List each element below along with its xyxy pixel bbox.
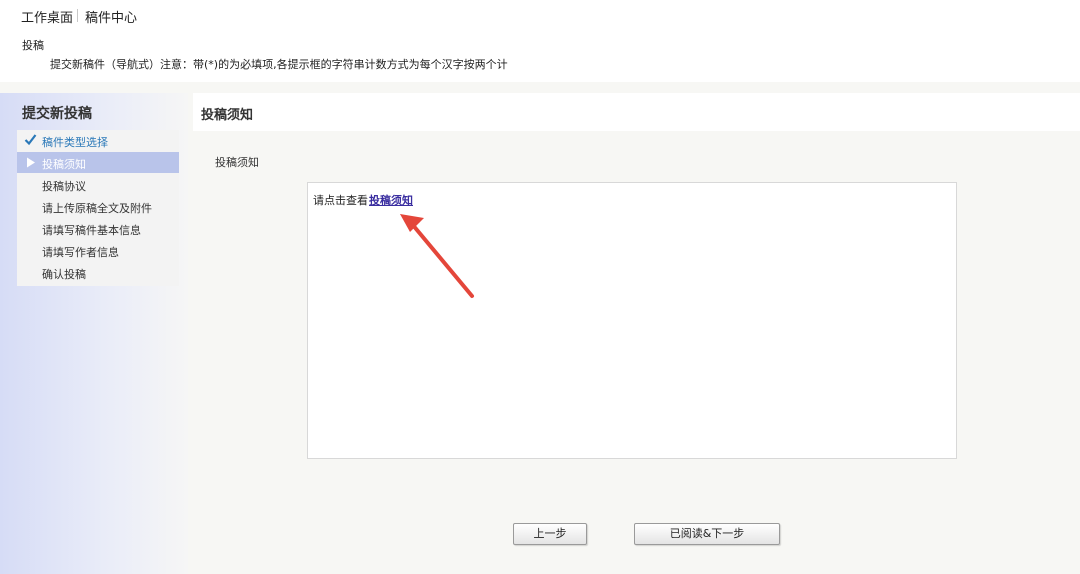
step-basic-info[interactable]: 请填写稿件基本信息: [17, 218, 179, 239]
step-label: 确认投稿: [42, 268, 86, 281]
main-header: 投稿须知: [193, 93, 1080, 131]
breadcrumb-manuscript-center[interactable]: 稿件中心: [85, 7, 137, 26]
red-arrow-annotation: [400, 214, 474, 298]
section-title: 投稿须知: [215, 156, 259, 169]
top-bar: 工作桌面 稿件中心: [0, 0, 1080, 32]
step-list: 稿件类型选择 投稿须知 投稿协议 请上传原稿全文及附件 请填写稿件基本信息 请填…: [17, 130, 179, 286]
step-upload[interactable]: 请上传原稿全文及附件: [17, 196, 179, 217]
checkmark-icon: [24, 133, 37, 149]
notice-title: 投稿: [22, 39, 44, 52]
step-label: 投稿须知: [42, 158, 86, 171]
sidebar-heading: 提交新投稿: [22, 106, 92, 122]
step-submission-guide[interactable]: 投稿须知: [17, 152, 179, 173]
step-manuscript-type[interactable]: 稿件类型选择: [17, 130, 179, 151]
previous-step-button[interactable]: 上一步: [513, 523, 587, 545]
read-next-step-button[interactable]: 已阅读&下一步: [634, 523, 780, 545]
breadcrumb-workdesk[interactable]: 工作桌面: [21, 7, 73, 26]
sidebar: 提交新投稿 稿件类型选择 投稿须知 投稿协议 请上传原稿全文及附件 请填写稿件基…: [0, 93, 188, 574]
breadcrumb-separator: [77, 9, 78, 22]
submission-notice: 投稿 提交新稿件（导航式）注意：带(*)的为必填项,各提示框的字符串计数方式为每…: [0, 32, 1080, 82]
page-title: 投稿须知: [201, 108, 254, 123]
guide-prompt: 请点击查看: [313, 194, 368, 207]
triangle-right-icon: [26, 157, 36, 171]
step-label: 请上传原稿全文及附件: [42, 202, 152, 215]
step-label: 稿件类型选择: [42, 136, 108, 149]
notice-description: 提交新稿件（导航式）注意：带(*)的为必填项,各提示框的字符串计数方式为每个汉字…: [50, 58, 508, 71]
step-author-info[interactable]: 请填写作者信息: [17, 240, 179, 261]
step-label: 请填写稿件基本信息: [42, 224, 141, 237]
step-confirm[interactable]: 确认投稿: [17, 262, 179, 283]
step-label: 请填写作者信息: [42, 246, 119, 259]
step-agreement[interactable]: 投稿协议: [17, 174, 179, 195]
step-label: 投稿协议: [42, 180, 86, 193]
